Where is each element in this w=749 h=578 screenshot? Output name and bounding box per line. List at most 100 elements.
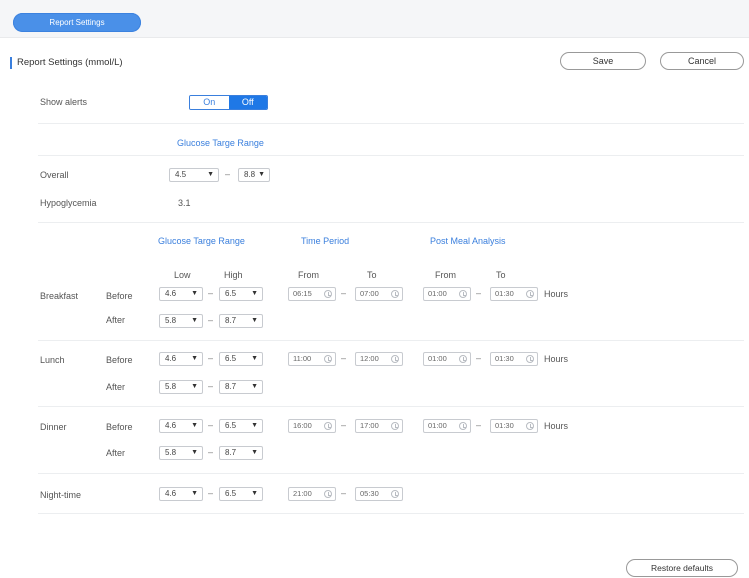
select-value: 6.5	[225, 421, 237, 430]
high-col-label: High	[224, 270, 243, 280]
tab-report-settings[interactable]: Report Settings	[13, 13, 141, 32]
night-from-time[interactable]: 21:00	[288, 487, 336, 501]
before-label: Before	[106, 355, 133, 365]
caret-down-icon: ▼	[207, 171, 214, 178]
post-meal-heading: Post Meal Analysis	[430, 236, 506, 246]
caret-down-icon: ▼	[191, 422, 198, 429]
clock-icon	[526, 355, 534, 363]
caret-down-icon: ▼	[251, 383, 258, 390]
time-value: 01:30	[495, 354, 514, 363]
breakfast-from-time[interactable]: 06:15	[288, 287, 336, 301]
time-value: 01:30	[495, 421, 514, 430]
breakfast-to-time[interactable]: 07:00	[355, 287, 403, 301]
time-value: 07:00	[360, 289, 379, 298]
dinner-post-to-time[interactable]: 01:30	[490, 419, 538, 433]
lunch-before-low-select[interactable]: 4.6 ▼	[159, 352, 203, 366]
caret-down-icon: ▼	[191, 490, 198, 497]
breakfast-before-low-select[interactable]: 4.6 ▼	[159, 287, 203, 301]
dinner-after-high-select[interactable]: 8.7 ▼	[219, 446, 263, 460]
select-value: 4.6	[165, 421, 177, 430]
night-to-time[interactable]: 05:30	[355, 487, 403, 501]
meal-name-dinner: Dinner	[40, 422, 67, 432]
caret-down-icon: ▼	[251, 355, 258, 362]
select-value: 6.5	[225, 354, 237, 363]
caret-down-icon: ▼	[191, 355, 198, 362]
select-value: 8.8	[244, 170, 256, 179]
select-value: 4.5	[175, 170, 187, 179]
show-alerts-label: Show alerts	[40, 97, 88, 107]
dinner-before-low-select[interactable]: 4.6 ▼	[159, 419, 203, 433]
caret-down-icon: ▼	[251, 449, 258, 456]
select-value: 6.5	[225, 489, 237, 498]
time-period-heading: Time Period	[301, 236, 350, 246]
breakfast-after-high-select[interactable]: 8.7 ▼	[219, 314, 263, 328]
after-label: After	[106, 382, 126, 392]
hours-label: Hours	[544, 421, 569, 431]
alerts-on-option[interactable]: On	[190, 96, 229, 109]
page-title: Report Settings (mmol/L)	[10, 57, 123, 69]
range-dash: –	[208, 381, 214, 391]
overall-low-select[interactable]: 4.5 ▼	[169, 168, 219, 182]
select-value: 5.8	[165, 382, 177, 391]
clock-icon	[324, 490, 332, 498]
time-value: 06:15	[293, 289, 312, 298]
range-dash: –	[341, 488, 347, 498]
dinner-post-from-time[interactable]: 01:00	[423, 419, 471, 433]
range-dash: –	[341, 288, 347, 298]
dinner-from-time[interactable]: 16:00	[288, 419, 336, 433]
save-button[interactable]: Save	[560, 52, 646, 70]
range-dash: –	[208, 353, 214, 363]
night-high-select[interactable]: 6.5 ▼	[219, 487, 263, 501]
lunch-before-high-select[interactable]: 6.5 ▼	[219, 352, 263, 366]
overall-high-select[interactable]: 8.8 ▼	[238, 168, 270, 182]
caret-down-icon: ▼	[191, 449, 198, 456]
alerts-off-option[interactable]: Off	[228, 96, 267, 109]
lunch-post-from-time[interactable]: 01:00	[423, 352, 471, 366]
time-value: 11:00	[293, 354, 312, 363]
caret-down-icon: ▼	[251, 317, 258, 324]
select-value: 8.7	[225, 382, 237, 391]
after-label: After	[106, 448, 126, 458]
caret-down-icon: ▼	[251, 490, 258, 497]
lunch-post-to-time[interactable]: 01:30	[490, 352, 538, 366]
hours-label: Hours	[544, 289, 569, 299]
range-dash: –	[341, 420, 347, 430]
dinner-to-time[interactable]: 17:00	[355, 419, 403, 433]
time-value: 21:00	[293, 489, 312, 498]
dinner-before-high-select[interactable]: 6.5 ▼	[219, 419, 263, 433]
breakfast-before-high-select[interactable]: 6.5 ▼	[219, 287, 263, 301]
alerts-toggle[interactable]: On Off	[189, 95, 268, 110]
clock-icon	[459, 422, 467, 430]
meal-range-heading: Glucose Targe Range	[158, 236, 245, 246]
lunch-after-low-select[interactable]: 5.8 ▼	[159, 380, 203, 394]
time-value: 16:00	[293, 421, 312, 430]
lunch-after-high-select[interactable]: 8.7 ▼	[219, 380, 263, 394]
cancel-button[interactable]: Cancel	[660, 52, 744, 70]
hypoglycemia-value: 3.1	[178, 198, 191, 208]
lunch-from-time[interactable]: 11:00	[288, 352, 336, 366]
time-value: 01:00	[428, 354, 447, 363]
range-dash: –	[208, 420, 214, 430]
clock-icon	[391, 355, 399, 363]
night-low-select[interactable]: 4.6 ▼	[159, 487, 203, 501]
breakfast-after-low-select[interactable]: 5.8 ▼	[159, 314, 203, 328]
clock-icon	[391, 490, 399, 498]
before-label: Before	[106, 422, 133, 432]
before-label: Before	[106, 291, 133, 301]
caret-down-icon: ▼	[258, 171, 265, 178]
breakfast-post-to-time[interactable]: 01:30	[490, 287, 538, 301]
meal-name-breakfast: Breakfast	[40, 291, 79, 301]
lunch-to-time[interactable]: 12:00	[355, 352, 403, 366]
hours-label: Hours	[544, 354, 569, 364]
divider	[38, 222, 744, 223]
select-value: 8.7	[225, 316, 237, 325]
post-to-col-label: To	[496, 270, 506, 280]
clock-icon	[459, 355, 467, 363]
range-dash: –	[225, 169, 231, 179]
clock-icon	[526, 422, 534, 430]
dinner-after-low-select[interactable]: 5.8 ▼	[159, 446, 203, 460]
restore-defaults-button[interactable]: Restore defaults	[626, 559, 738, 577]
breakfast-post-from-time[interactable]: 01:00	[423, 287, 471, 301]
low-col-label: Low	[174, 270, 191, 280]
range-dash: –	[208, 315, 214, 325]
